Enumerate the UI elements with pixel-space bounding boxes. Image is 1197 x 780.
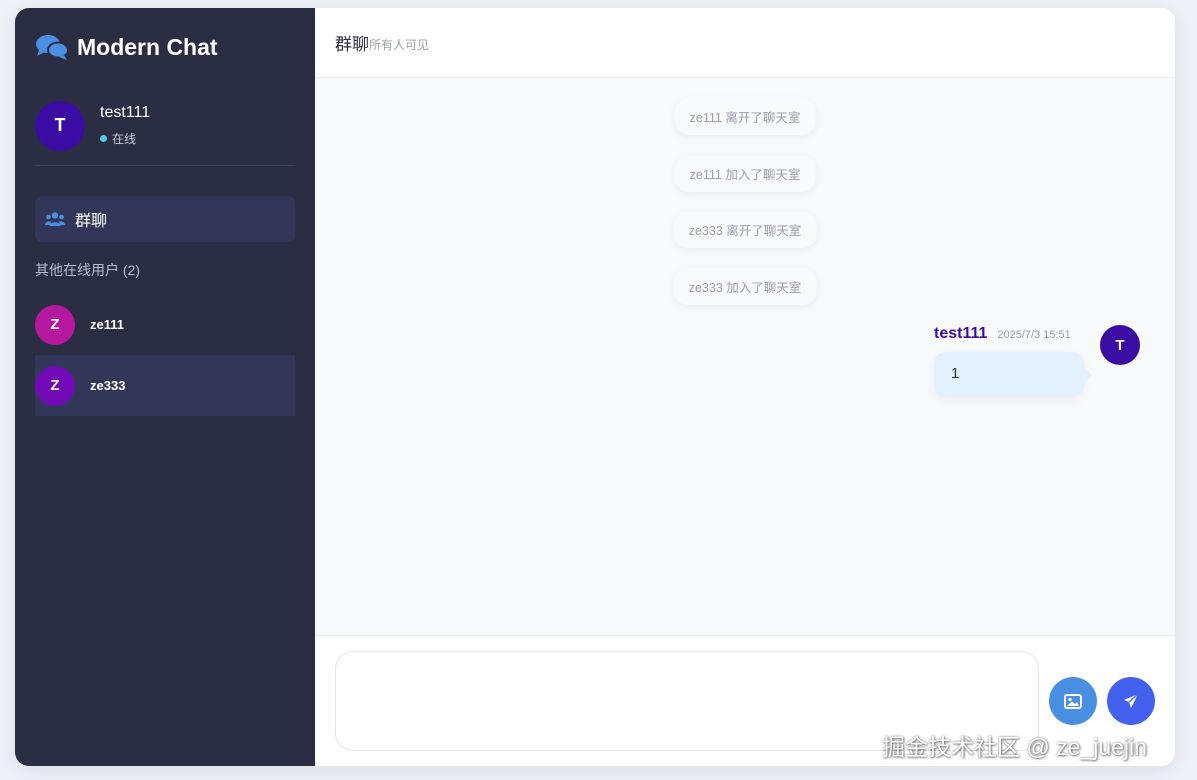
chat-app: Modern Chat T test111 在线 群聊 其他在线用户 (2) Z…	[15, 8, 1175, 766]
avatar-initial: T	[1115, 336, 1125, 354]
chat-header: 群聊 所有人可见	[315, 8, 1175, 78]
system-message: ze111 加入了聊天室	[674, 155, 816, 192]
chat-main: 群聊 所有人可见 ze111 离开了聊天室 ze111 加入了聊天室 ze333…	[315, 8, 1175, 766]
users-icon	[45, 212, 65, 226]
online-user-item[interactable]: Z ze111	[35, 294, 295, 355]
online-dot-icon	[100, 135, 107, 142]
brand: Modern Chat	[35, 8, 295, 86]
online-users-heading: 其他在线用户 (2)	[35, 262, 140, 278]
system-message: ze333 加入了聊天室	[673, 268, 817, 305]
send-button[interactable]	[1107, 677, 1155, 725]
current-user-status: 在线	[100, 130, 150, 147]
system-message: ze111 离开了聊天室	[674, 98, 816, 135]
message-bubble: 1	[934, 352, 1092, 397]
user-name: ze111	[90, 317, 124, 332]
image-upload-button[interactable]	[1049, 677, 1097, 725]
app-title: Modern Chat	[77, 33, 218, 60]
avatar-initial: Z	[50, 316, 60, 333]
image-icon	[1064, 693, 1082, 709]
chat-bubbles-icon	[36, 35, 69, 60]
group-chat-label: 群聊	[75, 213, 108, 230]
avatar-initial: Z	[50, 377, 60, 394]
avatar-initial: T	[54, 115, 66, 135]
chat-message: test111 2025/7/3 15:51 1 T	[934, 325, 1140, 397]
message-list[interactable]: ze111 离开了聊天室 ze111 加入了聊天室 ze333 离开了聊天室 z…	[315, 78, 1175, 635]
online-user-item[interactable]: Z ze333	[35, 355, 295, 416]
sidebar-item-group-chat[interactable]: 群聊	[35, 196, 295, 242]
sidebar: Modern Chat T test111 在线 群聊 其他在线用户 (2) Z…	[15, 8, 315, 766]
user-name: ze333	[90, 378, 126, 393]
message-avatar: T	[1100, 325, 1140, 365]
current-user-avatar: T	[35, 100, 85, 151]
status-label: 在线	[112, 132, 137, 146]
send-icon	[1124, 693, 1139, 708]
user-avatar: Z	[35, 304, 75, 345]
current-user-card: T test111 在线	[35, 86, 295, 166]
system-message: ze333 离开了聊天室	[673, 211, 817, 248]
message-author: test111	[934, 325, 988, 342]
chat-title: 群聊	[335, 35, 369, 54]
message-time: 2025/7/3 15:51	[997, 329, 1071, 341]
watermark: 掘金技术社区 @ ze_juejin	[882, 734, 1147, 760]
user-avatar: Z	[35, 365, 75, 406]
current-user-name: test111	[100, 104, 151, 121]
chat-subtitle: 所有人可见	[369, 37, 430, 52]
